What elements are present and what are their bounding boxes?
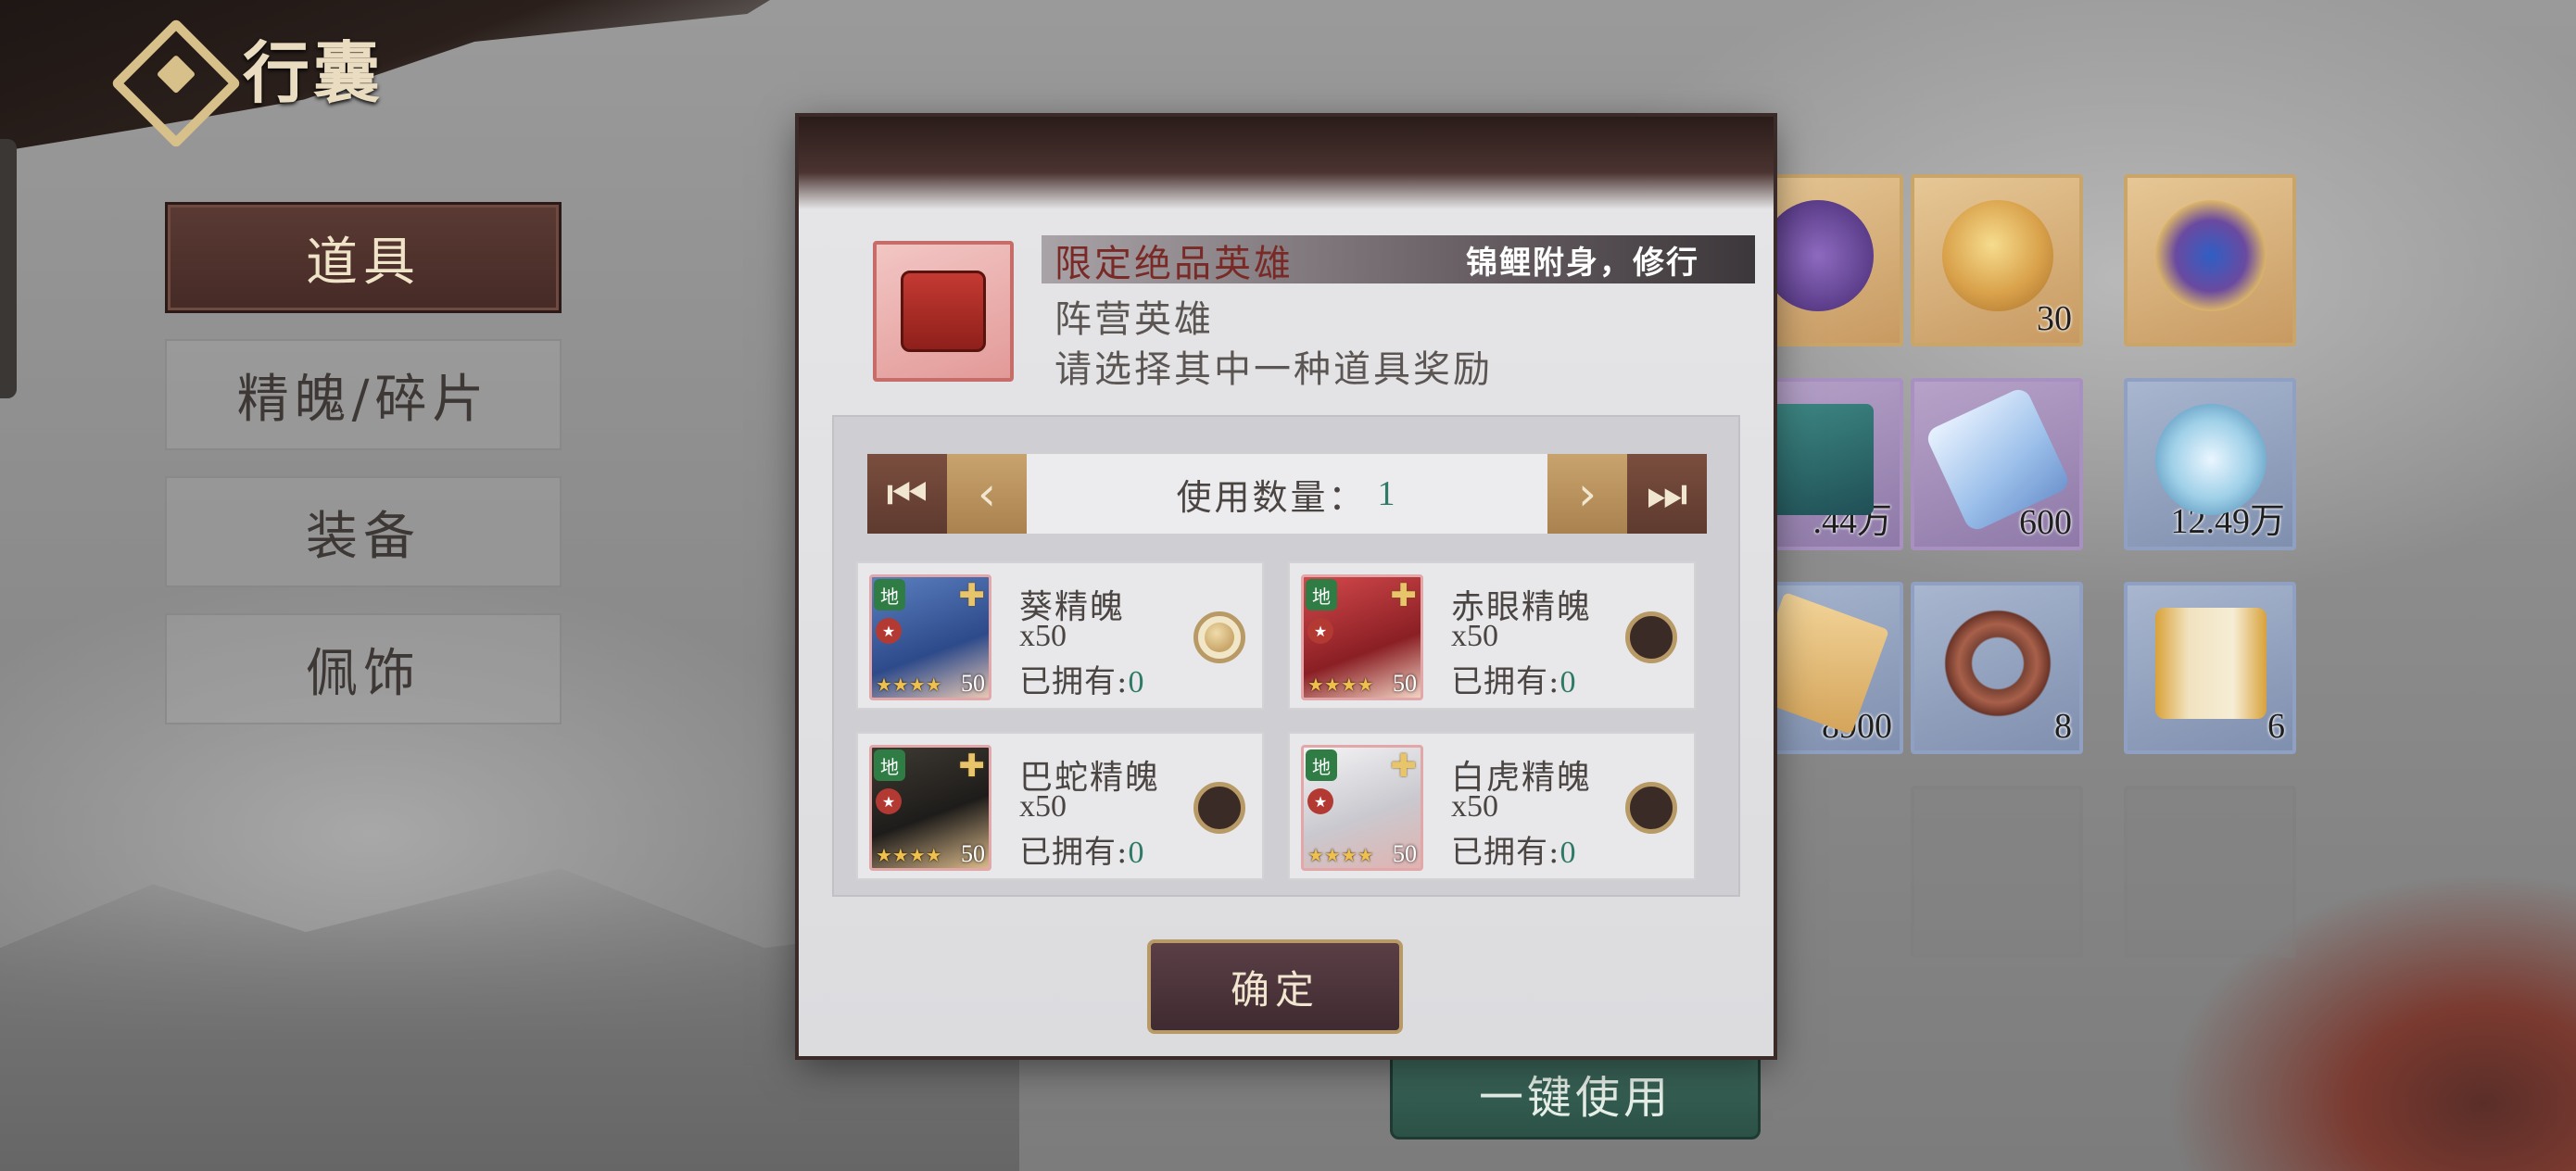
- sidebar-item-label: 精魄/碎片: [236, 369, 490, 430]
- red-chest-icon: [901, 271, 986, 352]
- reward-subtitle: 阵营英雄: [1054, 298, 1214, 341]
- inventory-slot[interactable]: 8: [1911, 582, 2083, 754]
- reward-instruction: 请选择其中一种道具奖励: [1054, 348, 1493, 391]
- scroll-icon: [2155, 608, 2267, 719]
- sidebar-item-props[interactable]: 道具: [165, 202, 562, 313]
- choice-quantity: x50: [1451, 789, 1498, 824]
- blue-hair-hero-portrait: 地 ★ ✚ ★★★★ 50: [869, 574, 991, 700]
- inventory-slot[interactable]: [2124, 174, 2296, 346]
- choice-item[interactable]: 地 ★ ✚ ★★★★ 50 赤眼精魄 x50 已拥有:0: [1288, 561, 1696, 710]
- choice-owned: 已拥有:0: [1019, 834, 1145, 871]
- star-rating: ★★★★: [1307, 674, 1374, 696]
- rank-badge-icon: ★: [1307, 618, 1333, 644]
- quantity-stepper: ⏮ ‹ 使用数量： 1 › ⏭: [867, 454, 1707, 534]
- item-count: 600: [2019, 503, 2072, 542]
- choice-quantity: x50: [1019, 789, 1067, 824]
- sidebar-item-label: 道具: [306, 232, 421, 293]
- item-count: 30: [2037, 299, 2072, 338]
- sidebar-item-souls-fragments[interactable]: 精魄/碎片: [165, 339, 562, 450]
- dialog-header-decoration: [799, 117, 1774, 209]
- skip-back-icon: ⏮: [886, 466, 928, 521]
- dark-hair-hero-portrait: 地 ★ ✚ ★★★★ 50: [869, 745, 991, 871]
- sidebar-item-label: 装备: [306, 506, 421, 567]
- choice-owned: 已拥有:0: [1451, 663, 1577, 700]
- faction-badge-icon: 地: [874, 579, 905, 611]
- inventory-slot-empty: [2124, 786, 2296, 958]
- page-title: 行囊: [243, 33, 385, 112]
- reward-chest-icon: [873, 241, 1014, 382]
- quantity-max-button[interactable]: ⏭: [1627, 454, 1707, 534]
- sidebar-item-equipment[interactable]: 装备: [165, 476, 562, 587]
- quantity-min-button[interactable]: ⏮: [867, 454, 947, 534]
- confirm-button[interactable]: 确定: [1147, 939, 1403, 1034]
- shard-plus-icon: ✚: [1390, 577, 1418, 614]
- hero-level: 50: [961, 840, 985, 867]
- lotus-flower-icon: [2155, 404, 2267, 515]
- sidebar-item-accessories[interactable]: 佩饰: [165, 613, 562, 724]
- rank-badge-icon: ★: [1307, 788, 1333, 814]
- shard-plus-icon: ✚: [958, 748, 986, 785]
- sidebar-item-label: 佩饰: [306, 643, 421, 704]
- rank-badge-icon: ★: [876, 788, 902, 814]
- hero-level: 50: [1393, 840, 1417, 867]
- reward-select-dialog: 限定绝品英雄 锦鲤附身，修行 阵营英雄 请选择其中一种道具奖励 ⏮ ‹ 使用数量…: [799, 117, 1774, 1056]
- faction-badge-icon: 地: [1306, 579, 1337, 611]
- choice-quantity: x50: [1019, 619, 1067, 653]
- quantity-increase-button[interactable]: ›: [1547, 454, 1627, 534]
- rank-badge-icon: ★: [876, 618, 902, 644]
- scrolling-description: 锦鲤附身，修行: [1466, 245, 1699, 282]
- reward-name: 限定绝品英雄: [1054, 243, 1294, 285]
- choice-radio[interactable]: [1625, 782, 1677, 834]
- shard-plus-icon: ✚: [958, 577, 986, 614]
- choice-radio[interactable]: [1625, 611, 1677, 663]
- edge-handle[interactable]: [0, 139, 17, 398]
- quantity-decrease-button[interactable]: ‹: [947, 454, 1027, 534]
- inventory-slot[interactable]: 30: [1911, 174, 2083, 346]
- red-hair-hero-portrait: 地 ★ ✚ ★★★★ 50: [1301, 574, 1423, 700]
- star-rating: ★★★★: [876, 844, 942, 866]
- white-hair-hero-portrait: 地 ★ ✚ ★★★★ 50: [1301, 745, 1423, 871]
- item-count: 8: [2054, 707, 2072, 746]
- faction-badge-icon: 地: [874, 749, 905, 781]
- hero-level: 50: [1393, 670, 1417, 697]
- faction-badge-icon: 地: [1306, 749, 1337, 781]
- inventory-slot[interactable]: 6: [2124, 582, 2296, 754]
- item-count: 6: [2267, 707, 2285, 746]
- star-rating: ★★★★: [1307, 844, 1374, 866]
- quantity-label: 使用数量：: [1176, 476, 1367, 518]
- choice-item[interactable]: 地 ★ ✚ ★★★★ 50 巴蛇精魄 x50 已拥有:0: [856, 732, 1264, 880]
- choice-item[interactable]: 地 ★ ✚ ★★★★ 50 葵精魄 x50 已拥有:0: [856, 561, 1264, 710]
- inventory-slot-empty: [1911, 786, 2083, 958]
- choice-quantity: x50: [1451, 619, 1498, 653]
- shard-plus-icon: ✚: [1390, 748, 1418, 785]
- skip-forward-icon: ⏭: [1646, 466, 1688, 521]
- green-book-icon: [1762, 404, 1874, 515]
- blue-gem-amulet-icon: [2155, 200, 2267, 311]
- chevron-right-icon: ›: [1578, 467, 1597, 521]
- choice-item[interactable]: 地 ★ ✚ ★★★★ 50 白虎精魄 x50 已拥有:0: [1288, 732, 1696, 880]
- choice-radio[interactable]: [1193, 782, 1245, 834]
- quantity-value: 1: [1377, 474, 1398, 513]
- choice-owned: 已拥有:0: [1451, 834, 1577, 871]
- golden-orb-icon: [1942, 200, 2053, 311]
- choice-owned: 已拥有:0: [1019, 663, 1145, 700]
- star-rating: ★★★★: [876, 674, 942, 696]
- chevron-left-icon: ‹: [978, 467, 996, 521]
- quantity-display: 使用数量： 1: [1027, 454, 1547, 534]
- inventory-slot[interactable]: 12.49万: [2124, 378, 2296, 550]
- purple-banner-icon: [1762, 200, 1874, 311]
- choice-radio[interactable]: [1193, 611, 1245, 663]
- hero-level: 50: [961, 670, 985, 697]
- prayer-beads-icon: [1942, 608, 2053, 719]
- inventory-slot[interactable]: 600: [1911, 378, 2083, 550]
- use-all-button[interactable]: 一键使用: [1390, 1047, 1761, 1140]
- sidebar: 道具 精魄/碎片 装备 佩饰: [165, 202, 562, 750]
